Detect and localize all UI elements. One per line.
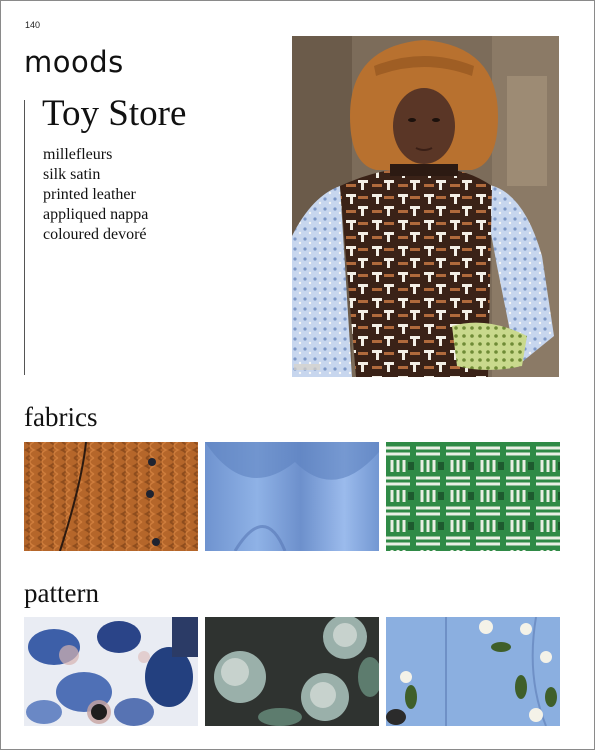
fabric-swatch-knit [24, 442, 198, 551]
pattern-swatch-floral [24, 617, 198, 726]
material-item: coloured devoré [43, 226, 147, 243]
fabrics-label: fabrics [24, 402, 98, 432]
fabric-swatch-satin [205, 442, 379, 551]
pattern-label: pattern [24, 578, 99, 608]
hero-runway-photo [292, 36, 559, 377]
material-item: millefleurs [43, 146, 113, 163]
material-item: silk satin [43, 166, 101, 183]
mood-title: Toy Store [42, 93, 187, 134]
section-title: moods [24, 45, 124, 79]
material-item: printed leather [43, 186, 136, 203]
pattern-swatch-applique [386, 617, 560, 726]
pattern-swatch-peony [205, 617, 379, 726]
materials-list: millefleurs silk satin printed leather a… [43, 145, 148, 245]
material-item: appliqued nappa [43, 206, 149, 223]
fabric-swatch-geometric [386, 442, 560, 551]
accent-rule [24, 100, 25, 375]
page-number: 140 [25, 20, 41, 30]
